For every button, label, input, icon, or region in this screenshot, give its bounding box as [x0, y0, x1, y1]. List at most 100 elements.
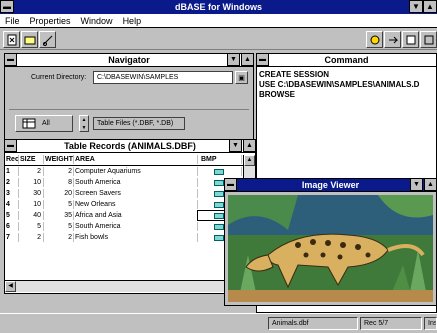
col-header-weight[interactable]: WEIGHT [44, 155, 74, 164]
cell-size[interactable]: 30 [19, 189, 44, 198]
toolbar [0, 29, 437, 50]
cell-area[interactable]: South America [74, 222, 198, 231]
image-viewer-title-bar: ▬ Image Viewer ▼ ▲ [224, 178, 437, 192]
cell-rec: 7 [5, 233, 19, 242]
col-header-bmp[interactable]: BMP [198, 155, 242, 164]
cell-weight[interactable]: 35 [44, 211, 74, 220]
cell-rec: 5 [5, 211, 19, 220]
navigator-minimize-icon[interactable]: ▼ [227, 53, 240, 66]
table-row[interactable]: 6 5 5 South America [5, 222, 253, 231]
cell-area[interactable]: New Orleans [74, 200, 198, 209]
table-row[interactable]: 1 2 2 Computer Aquariums [5, 167, 253, 176]
bitmap-icon [214, 169, 224, 175]
cut-icon[interactable] [39, 31, 56, 48]
table-row[interactable]: 4 10 5 New Orleans [5, 200, 253, 209]
table-system-menu-icon[interactable]: ▬ [4, 139, 17, 152]
navigator-title: Navigator [108, 55, 150, 65]
image-viewer-minimize-icon[interactable]: ▼ [410, 178, 423, 191]
cell-rec: 6 [5, 222, 19, 231]
cell-rec: 3 [5, 189, 19, 198]
cell-size[interactable]: 2 [19, 233, 44, 242]
command-title-bar: ▬ Command [256, 53, 436, 67]
cell-size[interactable]: 10 [19, 178, 44, 187]
cell-size[interactable]: 10 [19, 200, 44, 209]
image-viewer-system-menu-icon[interactable]: ▬ [224, 178, 237, 191]
category-label: All [42, 120, 50, 127]
command-glyph [406, 35, 415, 44]
tutor-glyph [424, 35, 433, 44]
browse-directory-button[interactable]: ▣ [235, 71, 248, 84]
navigator-title-bar: ▬ Navigator ▼ ▲ [4, 53, 254, 67]
command-system-menu-icon[interactable]: ▬ [256, 53, 269, 66]
table-row[interactable]: 7 2 2 Fish bowls [5, 233, 253, 242]
menu-properties[interactable]: Properties [25, 16, 76, 26]
cell-size[interactable]: 40 [19, 211, 44, 220]
status-record: Rec 5/7 [360, 317, 422, 330]
cell-area[interactable]: Computer Aquariums [74, 167, 198, 176]
new-file-icon[interactable] [3, 31, 20, 48]
menu-window[interactable]: Window [76, 16, 118, 26]
cell-area[interactable]: Africa and Asia [74, 211, 198, 220]
menu-bar: File Properties Window Help [0, 14, 437, 28]
file-type-spinner[interactable]: ▲ ▼ [79, 115, 89, 132]
command-title: Command [324, 55, 369, 65]
navigator-maximize-icon[interactable]: ▲ [241, 53, 254, 66]
folder-icon: ▣ [238, 74, 245, 82]
navigator-icon[interactable] [384, 31, 401, 48]
cell-weight[interactable]: 2 [44, 233, 74, 242]
open-file-icon[interactable] [21, 31, 38, 48]
table-row[interactable]: 5 40 35 Africa and Asia [5, 210, 253, 221]
scroll-left-icon[interactable]: ◀ [5, 281, 16, 292]
image-viewer-maximize-icon[interactable]: ▲ [424, 178, 437, 191]
expert-icon[interactable] [366, 31, 383, 48]
table-minimize-icon[interactable]: ▼ [229, 139, 242, 152]
menu-file[interactable]: File [0, 16, 25, 26]
cell-area[interactable]: Screen Savers [74, 189, 198, 198]
cell-weight[interactable]: 8 [44, 178, 74, 187]
cell-weight[interactable]: 20 [44, 189, 74, 198]
bitmap-icon [214, 191, 224, 197]
navigator-system-menu-icon[interactable]: ▬ [4, 53, 17, 66]
category-all-button[interactable]: All [15, 115, 73, 132]
table-maximize-icon[interactable]: ▲ [243, 139, 256, 152]
maximize-icon[interactable]: ▲ [423, 0, 437, 13]
menu-help[interactable]: Help [118, 16, 147, 26]
current-directory-field[interactable]: C:\DBASEWIN\SAMPLES [93, 71, 233, 84]
cell-rec: 1 [5, 167, 19, 176]
current-directory-label: Current Directory: [31, 74, 87, 81]
cell-area[interactable]: South America [74, 178, 198, 187]
database-icon [22, 118, 36, 135]
image-viewer-title: Image Viewer [301, 180, 360, 190]
cell-weight[interactable]: 5 [44, 222, 74, 231]
table-horizontal-scrollbar[interactable]: ◀ [5, 280, 243, 292]
col-header-area[interactable]: AREA [74, 155, 198, 164]
command-icon[interactable] [402, 31, 419, 48]
col-header-size[interactable]: SIZE [19, 155, 44, 164]
open-file-glyph [24, 36, 35, 44]
spin-down-icon: ▼ [81, 125, 87, 131]
app-title: dBASE for Windows [175, 2, 262, 12]
tutor-icon[interactable] [420, 31, 437, 48]
expert-glyph [370, 35, 379, 44]
cut-glyph [42, 35, 52, 46]
cell-weight[interactable]: 2 [44, 167, 74, 176]
cell-area[interactable]: Fish bowls [74, 233, 198, 242]
cell-bmp[interactable] [198, 167, 242, 176]
cell-size[interactable]: 5 [19, 222, 44, 231]
table-row[interactable]: 2 10 8 South America [5, 178, 253, 187]
cell-size[interactable]: 2 [19, 167, 44, 176]
system-menu-icon[interactable]: ▬ [0, 0, 14, 13]
bitmap-icon [214, 202, 224, 208]
cell-weight[interactable]: 5 [44, 200, 74, 209]
database-glyph [22, 118, 36, 129]
table-title-bar: ▬ Table Records (ANIMALS.DBF) ▼ ▲ [4, 139, 256, 153]
cell-rec: 4 [5, 200, 19, 209]
command-output[interactable]: CREATE SESSION USE C:\DBASEWIN\SAMPLES\A… [259, 70, 419, 100]
ocelot-image [228, 195, 433, 302]
bitmap-icon [214, 180, 224, 186]
table-title: Table Records (ANIMALS.DBF) [64, 141, 196, 151]
table-row[interactable]: 3 30 20 Screen Savers [5, 189, 253, 198]
file-type-field[interactable]: Table Files (*.DBF, *.DB) [93, 117, 185, 130]
minimize-icon[interactable]: ▼ [409, 0, 423, 13]
scroll-up-icon[interactable]: ▲ [244, 155, 255, 166]
